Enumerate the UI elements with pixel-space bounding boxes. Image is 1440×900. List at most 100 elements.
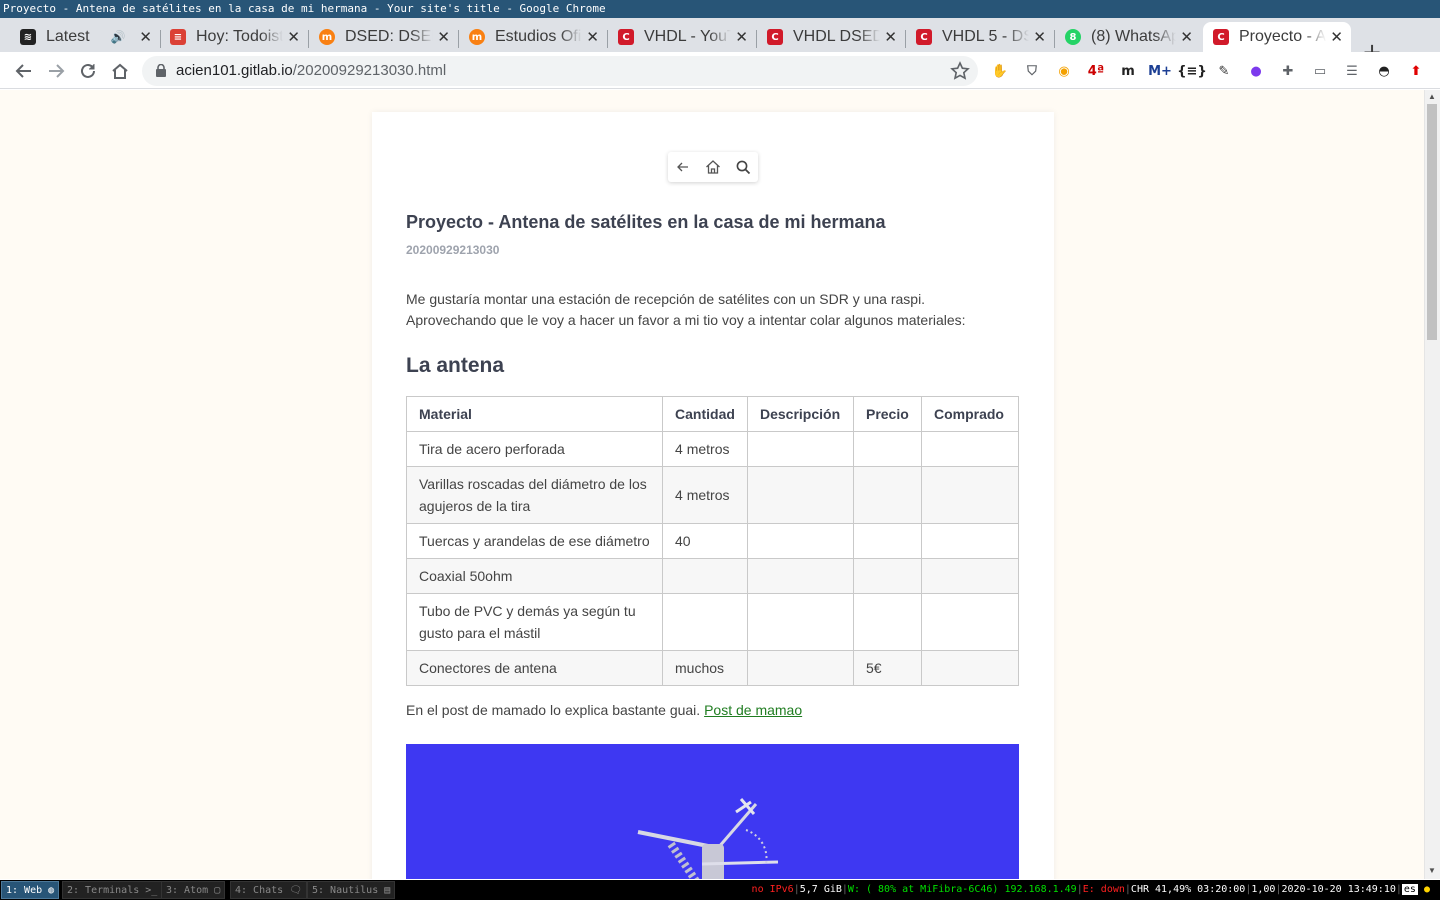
tab-close-icon[interactable]: ✕: [586, 28, 599, 46]
table-cell: [852, 593, 922, 651]
column-header: Cantidad: [662, 396, 748, 432]
table-cell: [920, 523, 1020, 559]
avatar-icon[interactable]: ◓: [1374, 61, 1394, 81]
tab-close-icon[interactable]: ✕: [884, 28, 897, 46]
window-title: Proyecto - Antena de satélites en la cas…: [0, 0, 1440, 18]
reload-button[interactable]: [76, 59, 100, 83]
back-button[interactable]: [12, 59, 36, 83]
puzzle-icon[interactable]: ✚: [1278, 61, 1298, 81]
tab-close-icon[interactable]: ✕: [1033, 28, 1046, 46]
c-red-icon: C: [618, 29, 634, 45]
whatsapp-icon: 8: [1065, 29, 1081, 45]
post-de-mamao-link[interactable]: Post de mamao: [704, 702, 802, 718]
tab-close-icon[interactable]: ✕: [139, 28, 152, 46]
table-cell: [920, 466, 1020, 524]
post-title: Proyecto - Antena de satélites en la cas…: [406, 212, 886, 232]
keyboard-layout[interactable]: es: [1401, 884, 1418, 895]
tab-label: Estudios Oficiales: [495, 28, 582, 45]
json-icon[interactable]: {≡}: [1177, 61, 1206, 81]
post-date: 20200929213030: [406, 243, 500, 257]
table-cell: [852, 466, 922, 524]
workspace-2[interactable]: 2: Terminals >_: [62, 881, 163, 899]
m-icon[interactable]: m: [1118, 61, 1138, 81]
lock-icon: [156, 64, 166, 77]
tab-whatsapp[interactable]: 8 (8) WhatsApp ✕: [1055, 22, 1201, 52]
tab-vhdl-youtube[interactable]: C VHDL - YouTube ✕: [608, 22, 756, 52]
table-cell: Conectores de antena: [405, 650, 664, 686]
globe-icon: ◍: [48, 885, 55, 896]
moodle-icon: m: [319, 29, 335, 45]
table-cell: Coaxial 50ohm: [405, 558, 664, 594]
browser-toolbar: acien101.gitlab.io/20200929213030.html ✋…: [0, 52, 1440, 89]
paragraph-text: En el post de mamado lo explica bastante…: [406, 702, 701, 718]
post-nav-bar: [668, 152, 758, 182]
eyedropper-icon[interactable]: ✎: [1214, 61, 1234, 81]
scroll-thumb[interactable]: [1427, 104, 1437, 340]
table-cell: [852, 558, 922, 594]
workspace-1[interactable]: 1: Web ◍: [1, 881, 60, 899]
tab-label: Latest: [46, 28, 90, 45]
tab-estudios[interactable]: m Estudios Oficiales ✕: [459, 22, 607, 52]
cast-icon[interactable]: ▭: [1310, 61, 1330, 81]
scroll-up-arrow-icon[interactable]: ▲: [1428, 92, 1436, 101]
table-row: Varillas roscadas del diámetro de los ag…: [405, 466, 1020, 524]
reload-icon: [81, 63, 95, 78]
search-link[interactable]: [728, 152, 758, 182]
back-link[interactable]: [668, 152, 698, 182]
wifi-status: W: ( 80% at MiFibra-6C46) 192.168.1.49: [847, 884, 1077, 895]
adblock-icon[interactable]: ✋: [990, 61, 1010, 81]
color-wheel-icon[interactable]: ●: [1246, 61, 1266, 81]
file-icon: ▤: [384, 885, 391, 896]
tab-dsed[interactable]: m DSED: DSED ✕: [309, 22, 458, 52]
tab-vhdl-5[interactable]: C VHDL 5 - DSED ✕: [906, 22, 1054, 52]
table-row: Tuercas y arandelas de ese diámetro 40: [405, 523, 1020, 559]
home-link[interactable]: [698, 152, 728, 182]
table-row: Conectores de antena muchos 5€: [405, 650, 1020, 686]
workspace-3[interactable]: 3: Atom ▢: [161, 881, 226, 899]
tab-close-icon[interactable]: ✕: [1330, 28, 1343, 46]
rss-icon[interactable]: ◉: [1054, 61, 1074, 81]
tab-close-icon[interactable]: ✕: [437, 28, 450, 46]
tab-close-icon[interactable]: ✕: [735, 28, 748, 46]
forward-button[interactable]: [44, 59, 68, 83]
c-red-icon: C: [916, 29, 932, 45]
chat-icon: 🗨: [289, 885, 302, 896]
tab-label: VHDL - YouTube: [644, 28, 731, 45]
update-icon[interactable]: ⬆: [1406, 61, 1426, 81]
privacy-icon[interactable]: ⛉: [1022, 61, 1042, 81]
page-scrollbar[interactable]: ▲ ▼: [1424, 90, 1440, 879]
disk-status: 5,7 GiB: [799, 884, 842, 895]
tab-close-icon[interactable]: ✕: [1180, 28, 1193, 46]
intro-line: Aprovechando que le voy a hacer un favor…: [406, 312, 966, 328]
audio-icon[interactable]: 🔊: [110, 30, 125, 44]
column-header: Material: [405, 396, 664, 432]
4a-icon[interactable]: 4ª: [1086, 61, 1106, 81]
workspace-5[interactable]: 5: Nautilus ▤: [307, 881, 396, 899]
post-paragraph: En el post de mamado lo explica bastante…: [406, 702, 802, 718]
media-queue-icon[interactable]: ☰: [1342, 61, 1362, 81]
tab-latest[interactable]: ≋ Latest 🔊 ✕: [10, 22, 160, 52]
tab-todoist[interactable]: ≡ Hoy: Todoist ✕: [160, 22, 308, 52]
tray-icon[interactable]: ●: [1424, 884, 1430, 895]
table-cell: [747, 558, 854, 594]
address-bar[interactable]: acien101.gitlab.io/20200929213030.html: [142, 56, 978, 86]
table-cell: Tira de acero perforada: [405, 431, 664, 467]
tab-label: Proyecto - Antena: [1239, 28, 1327, 45]
search-icon: [736, 160, 750, 174]
todoist-icon: ≡: [170, 29, 186, 45]
tab-close-icon[interactable]: ✕: [287, 28, 300, 46]
table-row: Tubo de PVC y demás ya según tu gusto pa…: [405, 593, 1020, 651]
home-icon: [706, 160, 720, 174]
workspace-4[interactable]: 4: Chats 🗨: [230, 881, 307, 899]
tab-label: DSED: DSED: [345, 28, 434, 45]
c-red-icon: C: [767, 29, 783, 45]
table-cell: [662, 593, 748, 651]
url-text[interactable]: acien101.gitlab.io/20200929213030.html: [176, 62, 446, 79]
movistar-icon[interactable]: M+: [1148, 61, 1172, 81]
scroll-down-arrow-icon[interactable]: ▼: [1428, 866, 1436, 875]
table-cell: [747, 593, 854, 651]
tab-proyecto-active[interactable]: C Proyecto - Antena ✕: [1203, 22, 1351, 52]
column-header: Precio: [852, 396, 922, 432]
tab-vhdl-dsed[interactable]: C VHDL DSED ✕: [757, 22, 905, 52]
home-button[interactable]: [108, 59, 132, 83]
